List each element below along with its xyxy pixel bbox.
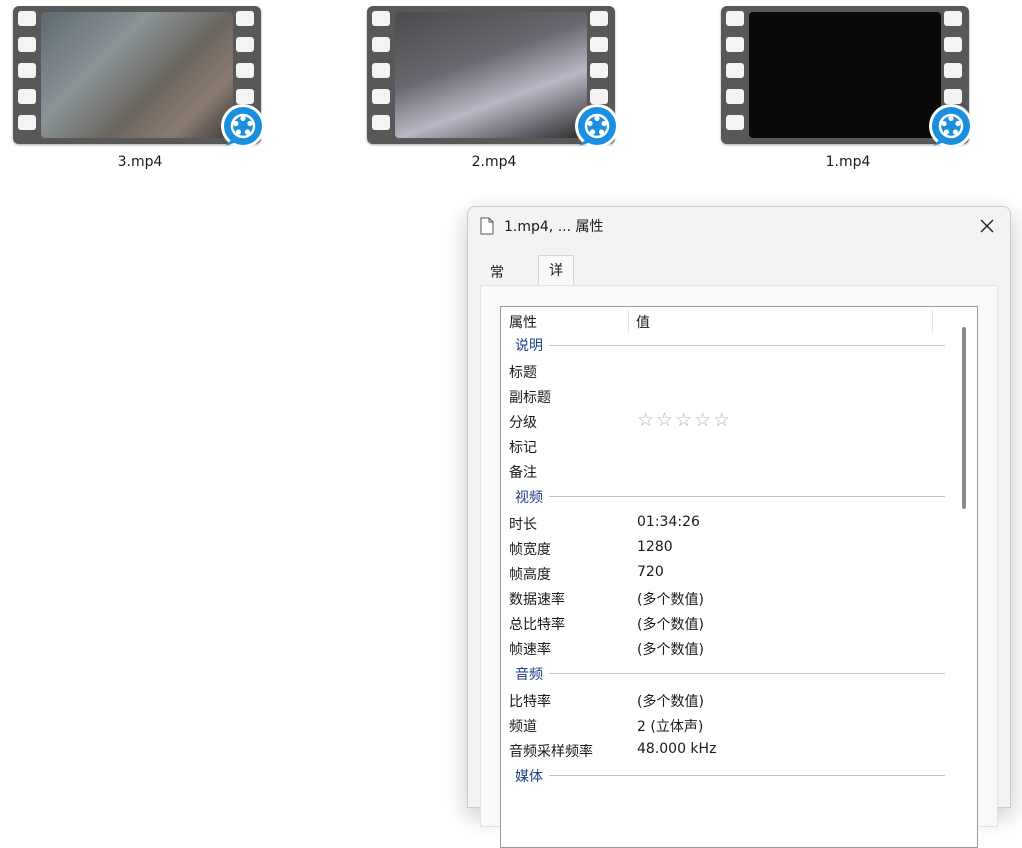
file-name: 3.mp4 <box>117 154 163 170</box>
document-icon <box>480 217 494 235</box>
property-value: 2 (立体声) <box>637 719 704 735</box>
property-value: 01:34:26 <box>637 514 700 530</box>
rating-stars[interactable]: ☆☆☆☆☆ <box>637 409 732 431</box>
property-row[interactable]: 标记 <box>501 434 961 459</box>
file-item-1-mp4[interactable]: 1.mp4 <box>721 6 981 176</box>
section-divider <box>549 496 945 497</box>
property-row[interactable]: 帧宽度 1280 <box>501 536 961 561</box>
file-name: 2.mp4 <box>471 154 517 170</box>
column-header-property[interactable]: 属性 <box>509 312 537 332</box>
section-divider <box>549 673 945 674</box>
property-row[interactable]: 频道 2 (立体声) <box>501 713 961 738</box>
property-row[interactable]: 帧速率 (多个数值) <box>501 636 961 661</box>
properties-dialog: 1.mp4, ... 属性 常规 详细信息 属性 值 说明 <box>467 206 1011 848</box>
column-divider[interactable] <box>932 309 933 333</box>
qq-player-icon <box>575 104 619 148</box>
section-divider <box>549 345 945 346</box>
property-name: 总比特率 <box>509 617 565 633</box>
property-name: 帧宽度 <box>509 542 551 558</box>
column-divider[interactable] <box>628 309 629 333</box>
property-name: 帧速率 <box>509 642 551 658</box>
property-value: (多个数值) <box>637 592 704 608</box>
section-title: 视频 <box>515 487 547 507</box>
property-row[interactable]: 时长 01:34:26 <box>501 511 961 536</box>
qq-player-icon <box>221 104 265 148</box>
property-name: 音频采样频率 <box>509 744 593 760</box>
video-preview-image <box>395 12 587 138</box>
property-row[interactable]: 副标题 <box>501 384 961 409</box>
qq-player-icon <box>929 104 973 148</box>
property-row-rating[interactable]: 分级 ☆☆☆☆☆ <box>501 409 961 434</box>
tab-general[interactable]: 常规 <box>480 258 514 311</box>
property-name: 副标题 <box>509 390 551 406</box>
details-panel: 属性 值 说明 标题 副标题 分级 ☆☆☆☆☆ 标记 备注 视频 时长 01:3… <box>480 285 998 848</box>
property-name: 比特率 <box>509 694 551 710</box>
list-header: 属性 值 <box>501 307 961 335</box>
property-name: 频道 <box>509 719 537 735</box>
property-name: 分级 <box>509 415 537 431</box>
property-row[interactable]: 标题 <box>501 359 961 384</box>
vertical-scrollbar[interactable] <box>962 327 966 509</box>
section-header-audio: 音频 <box>501 661 961 688</box>
property-row[interactable]: 帧高度 720 <box>501 561 961 586</box>
section-header-description: 说明 <box>501 335 961 359</box>
property-list[interactable]: 属性 值 说明 标题 副标题 分级 ☆☆☆☆☆ 标记 备注 视频 时长 01:3… <box>500 306 978 848</box>
dialog-title: 1.mp4, ... 属性 <box>504 219 604 235</box>
section-title: 说明 <box>515 335 547 355</box>
video-preview-image <box>749 12 941 138</box>
property-row[interactable]: 数据速率 (多个数值) <box>501 586 961 611</box>
property-value: 720 <box>637 564 664 580</box>
file-item-3-mp4[interactable]: 3.mp4 <box>13 6 273 176</box>
close-button[interactable] <box>972 211 1002 241</box>
property-name: 帧高度 <box>509 567 551 583</box>
property-value: 48.000 kHz <box>637 741 717 757</box>
property-value: 1280 <box>637 539 673 555</box>
property-name: 时长 <box>509 517 537 533</box>
property-row[interactable]: 比特率 (多个数值) <box>501 688 961 713</box>
file-item-2-mp4[interactable]: 2.mp4 <box>367 6 627 176</box>
close-icon <box>980 219 994 233</box>
tab-details[interactable]: 详细信息 <box>538 255 574 369</box>
property-row[interactable]: 总比特率 (多个数值) <box>501 611 961 636</box>
property-name: 标题 <box>509 365 537 381</box>
property-value: (多个数值) <box>637 642 704 658</box>
property-row[interactable]: 备注 <box>501 459 961 484</box>
property-value: (多个数值) <box>637 617 704 633</box>
section-title: 媒体 <box>515 766 547 786</box>
section-divider <box>549 775 945 776</box>
property-name: 备注 <box>509 465 537 481</box>
column-header-value[interactable]: 值 <box>636 312 650 332</box>
section-header-media: 媒体 <box>501 763 961 790</box>
section-title: 音频 <box>515 664 547 684</box>
property-value: (多个数值) <box>637 694 704 710</box>
file-name: 1.mp4 <box>825 154 871 170</box>
video-preview-image <box>41 12 233 138</box>
section-header-video: 视频 <box>501 484 961 511</box>
property-name: 标记 <box>509 440 537 456</box>
dialog-title-bar[interactable]: 1.mp4, ... 属性 <box>468 207 1010 245</box>
property-name: 数据速率 <box>509 592 565 608</box>
property-row[interactable]: 音频采样频率 48.000 kHz <box>501 738 961 763</box>
